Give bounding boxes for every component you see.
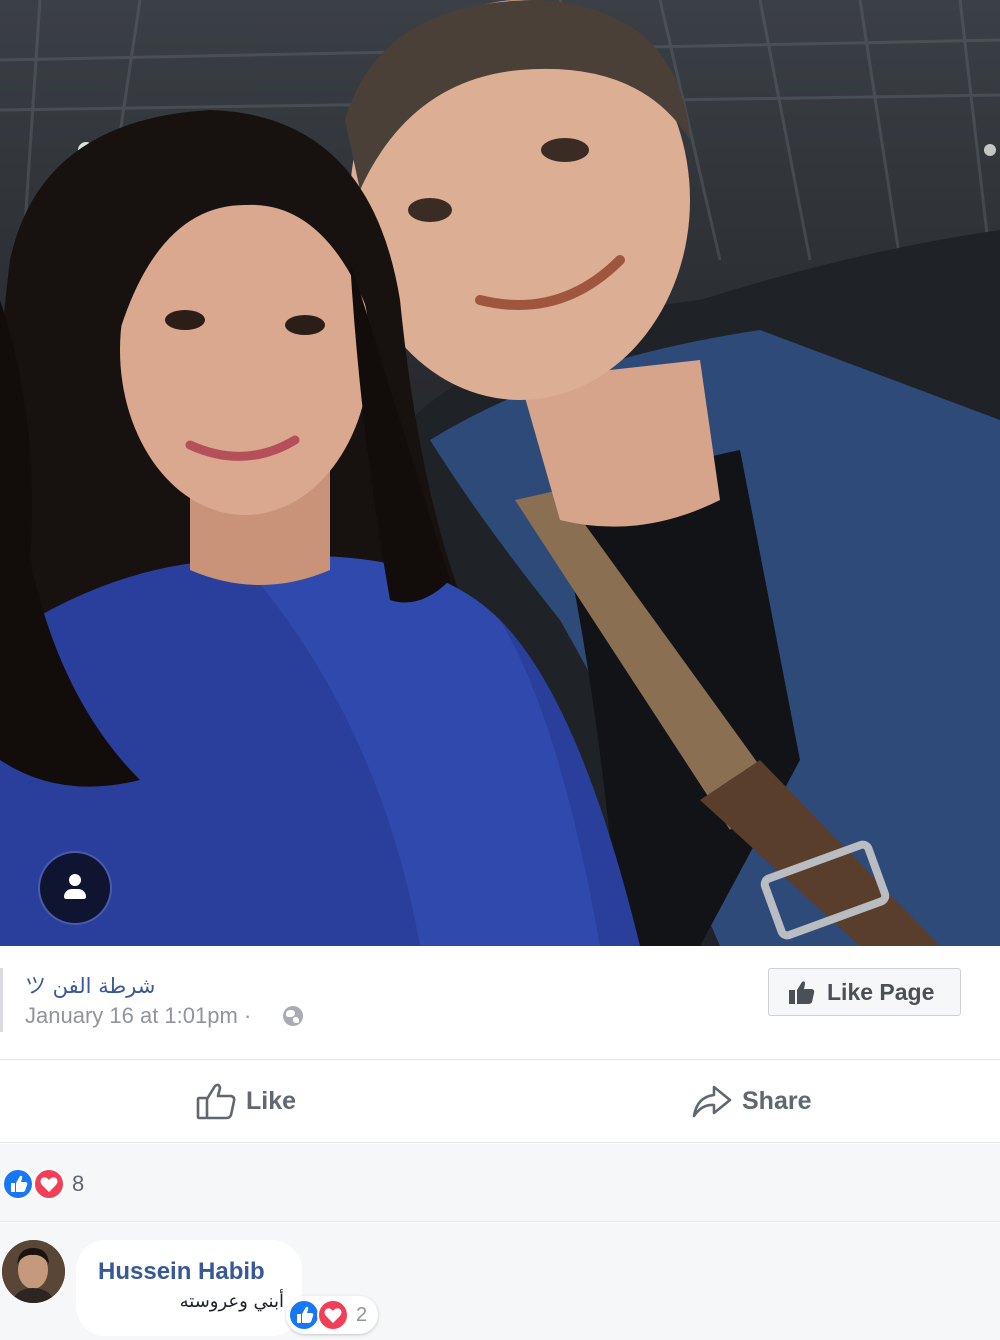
share-label: Share [742,1086,812,1115]
like-button[interactable]: Like [196,1078,296,1124]
commenter-avatar[interactable] [2,1240,65,1303]
reaction-icons[interactable] [2,1168,66,1200]
tagged-person-badge[interactable] [40,853,110,923]
timestamp-separator: · [243,1003,252,1028]
page-marker [0,968,3,1032]
post-photo[interactable] [0,0,1000,946]
timestamp-text: January 16 at 1:01pm [25,1003,238,1028]
comment-author-link[interactable]: Hussein Habib [98,1258,265,1286]
comment-reaction-icons [288,1299,349,1331]
selfie-illustration [0,0,1000,946]
comment-bubble [76,1240,302,1336]
person-icon [69,874,81,886]
reactions-summary [0,1144,1000,1222]
post-timestamp[interactable]: January 16 at 1:01pm · [25,1003,251,1029]
avatar-portrait [2,1240,65,1303]
reaction-count[interactable]: 8 [72,1171,84,1197]
comment-reaction-count: 2 [356,1304,368,1326]
comment-text: أبني وعروسته [179,1291,284,1312]
thumbs-up-outline-icon [196,1083,236,1120]
like-page-label: Like Page [827,978,935,1005]
page-name-link[interactable]: شرطة الفن ツ [25,970,265,1000]
globe-icon [283,1006,303,1026]
share-button[interactable]: Share [692,1078,811,1124]
like-page-button[interactable]: Like Page [768,968,961,1016]
action-bar [0,1061,1000,1143]
share-arrow-icon [692,1085,732,1118]
thumbs-up-icon [789,981,815,1004]
like-label: Like [246,1086,297,1115]
